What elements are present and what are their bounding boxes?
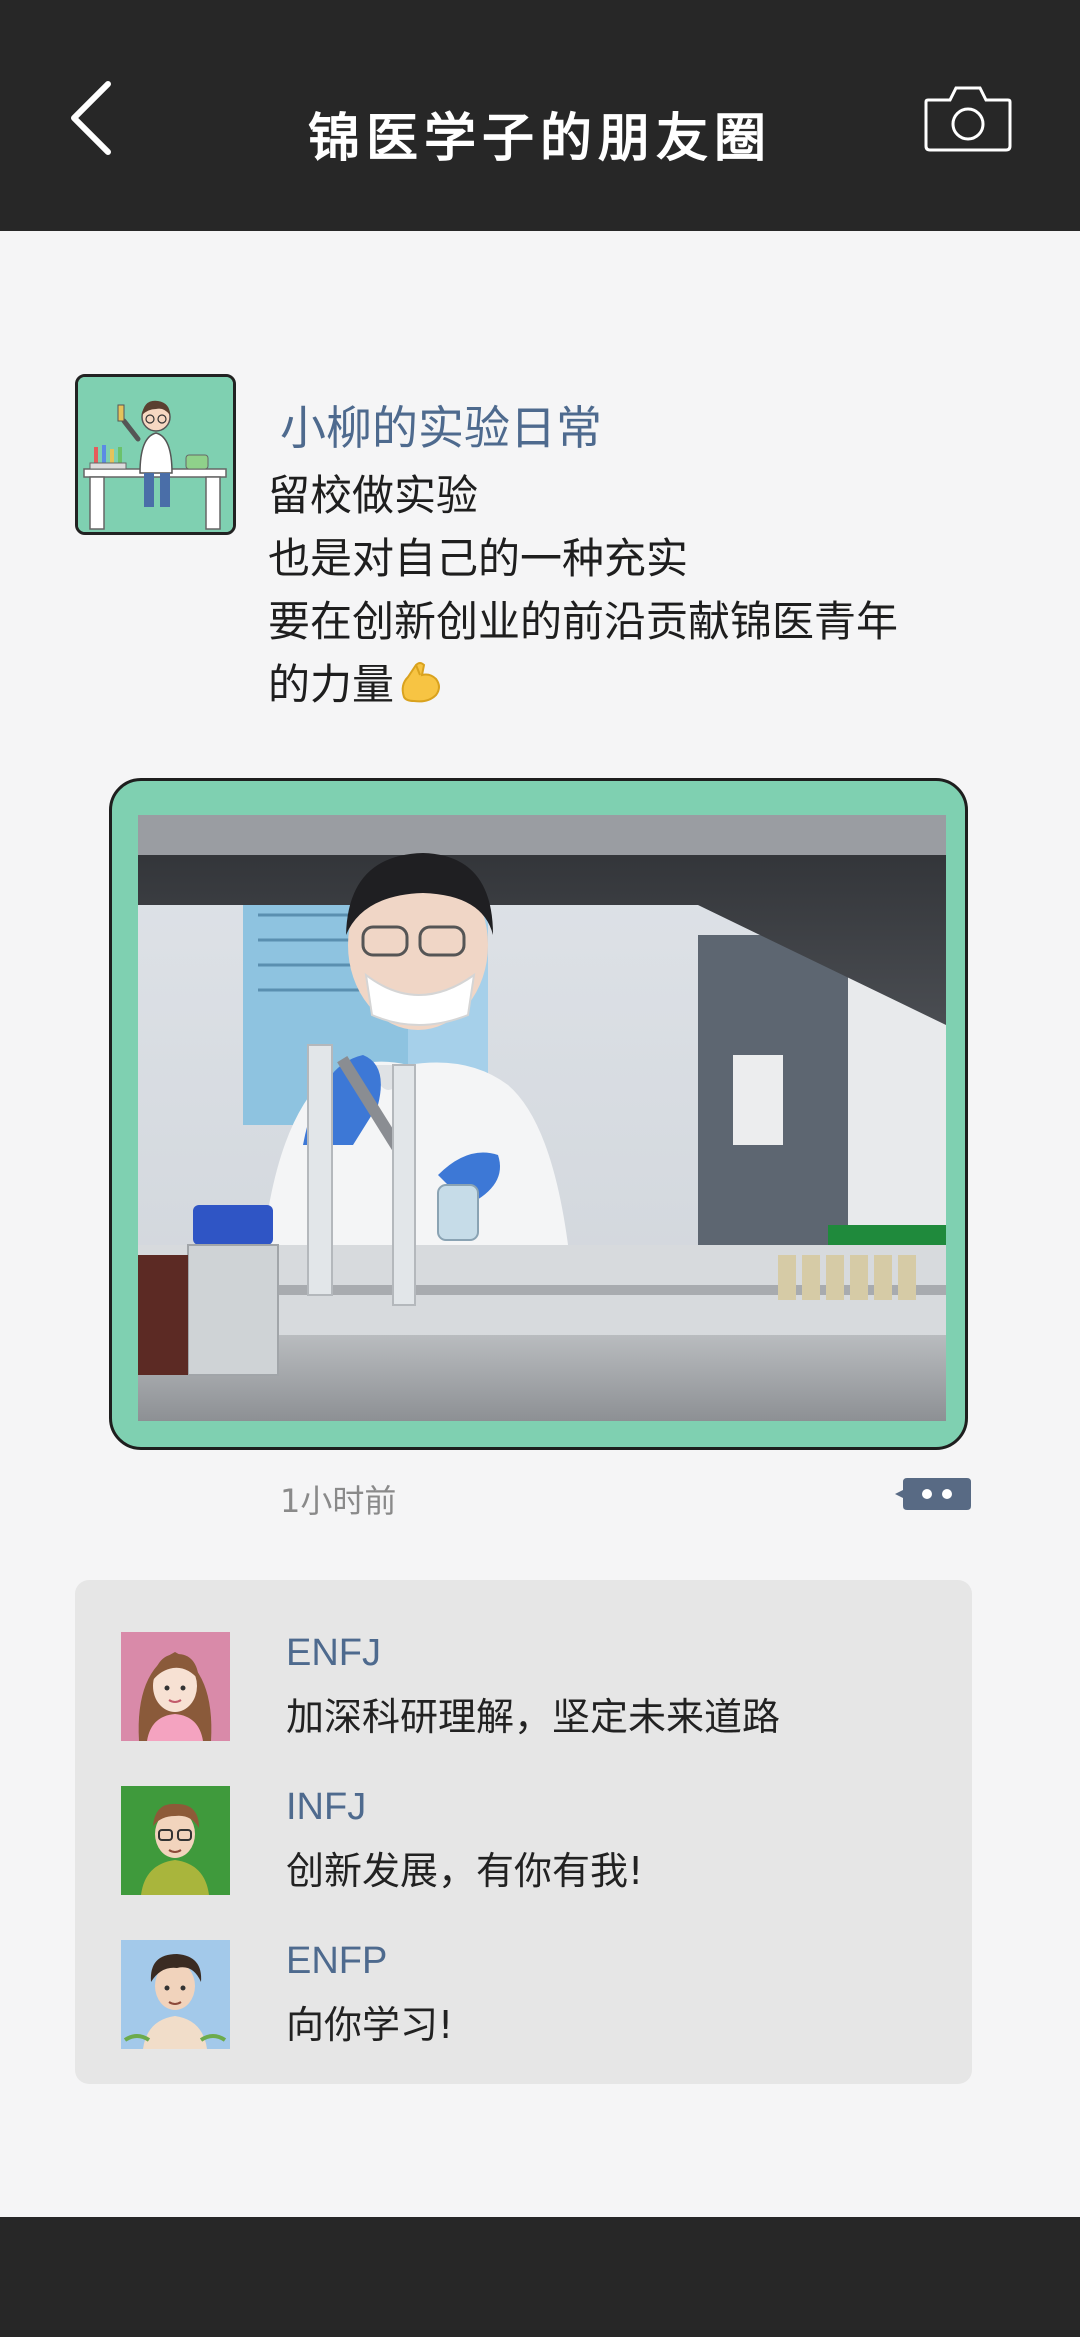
commenter-avatar[interactable]	[121, 1632, 230, 1741]
comment-text: 创新发展，有你有我!	[286, 1849, 644, 1893]
girl-avatar-icon	[121, 1632, 230, 1741]
comment-text: 加深科研理解，坚定未来道路	[286, 1695, 781, 1739]
post-line: 也是对自己的一种充实	[268, 534, 689, 583]
comment-item: ENFP 向你学习!	[121, 1940, 941, 2050]
author-name[interactable]: 小柳的实验日常	[280, 392, 602, 458]
scientist-illustration	[78, 377, 233, 532]
boy-avatar-icon	[121, 1940, 230, 2049]
lab-photo-illustration	[138, 815, 946, 1421]
more-dots-icon	[895, 1478, 971, 1510]
author-avatar[interactable]	[75, 374, 236, 535]
commenter-name[interactable]: ENFJ	[286, 1632, 381, 1675]
more-actions-button[interactable]	[893, 1476, 973, 1512]
post-line: 的力量	[268, 660, 395, 709]
post-time: 1小时前	[280, 1482, 397, 1520]
flexed-biceps-emoji	[401, 662, 441, 703]
comment-item: ENFJ 加深科研理解，坚定未来道路	[121, 1632, 941, 1742]
boy-glasses-avatar-icon	[121, 1786, 230, 1895]
post-photo[interactable]	[138, 815, 946, 1421]
comment-text: 向你学习!	[286, 2003, 454, 2047]
top-bar: 锦医学子的朋友圈	[0, 0, 1080, 231]
page-title: 锦医学子的朋友圈	[307, 109, 772, 169]
post-line-last: 的力量	[268, 653, 988, 716]
bottom-bar	[0, 2217, 1080, 2337]
comments-panel: ENFJ 加深科研理解，坚定未来道路 INFJ 创新发展，有你有我! ENFP …	[75, 1580, 972, 2084]
post-line: 留校做实验	[268, 471, 479, 520]
comment-item: INFJ 创新发展，有你有我!	[121, 1786, 941, 1896]
commenter-avatar[interactable]	[121, 1786, 230, 1895]
commenter-name[interactable]: INFJ	[286, 1786, 366, 1829]
post-photo-frame[interactable]	[109, 778, 968, 1450]
commenter-avatar[interactable]	[121, 1940, 230, 2049]
camera-icon	[924, 86, 1012, 152]
post-text: 留校做实验 也是对自己的一种充实 要在创新创业的前沿贡献锦医青年 的力量	[268, 464, 988, 716]
post-line: 要在创新创业的前沿贡献锦医青年	[268, 597, 899, 646]
camera-button[interactable]	[922, 82, 1014, 154]
commenter-name[interactable]: ENFP	[286, 1940, 387, 1983]
